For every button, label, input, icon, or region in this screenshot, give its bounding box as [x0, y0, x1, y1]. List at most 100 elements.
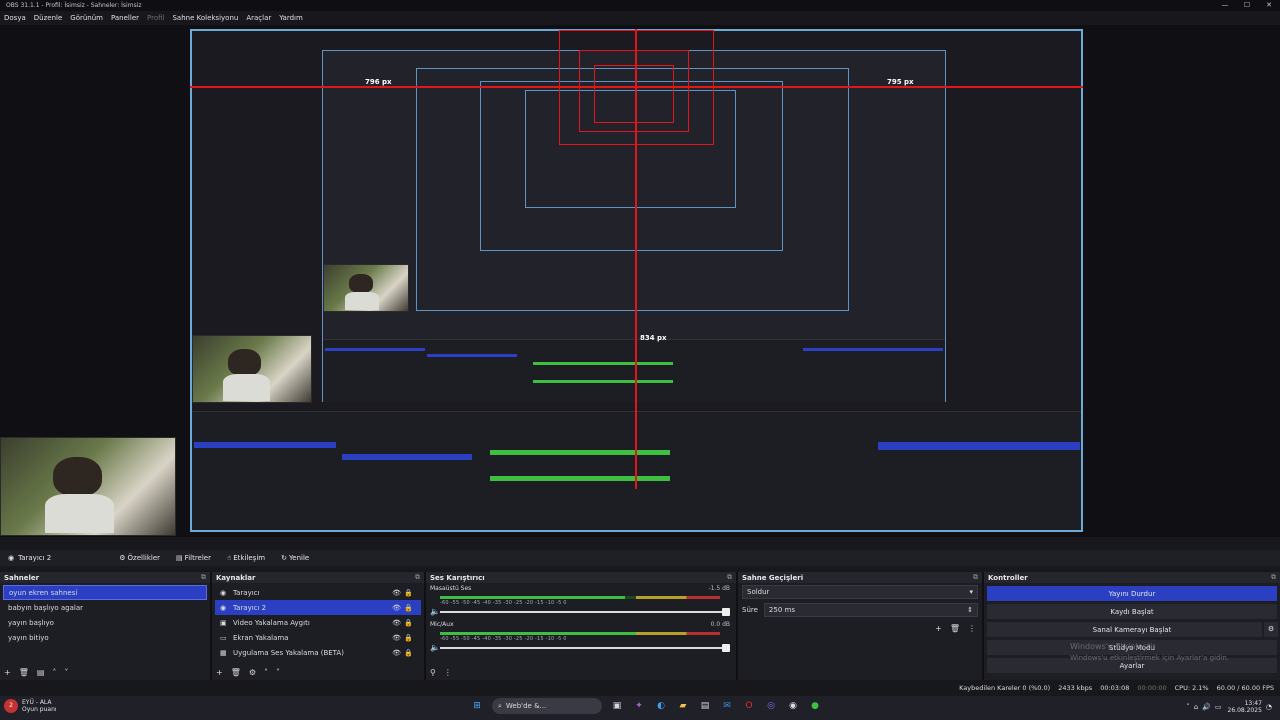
scene-item[interactable]: yayın bitiyo — [3, 630, 207, 645]
edge-icon[interactable]: ◐ — [653, 698, 669, 714]
trash-icon[interactable]: 🗑 — [231, 668, 241, 677]
move-up-icon[interactable]: ˄ — [264, 668, 268, 677]
move-down-icon[interactable]: ˅ — [64, 668, 68, 677]
transition-select[interactable]: Soldur ▾ — [742, 585, 978, 599]
notification-icon[interactable]: ◔ — [1266, 703, 1272, 711]
menu-tools[interactable]: Araçlar — [246, 14, 271, 22]
windows-activation-text: Windows'u etkinleştirmek için Ayarlar'a … — [1070, 654, 1230, 662]
source-item[interactable]: ◉ Tarayıcı 2 👁 🔒 — [215, 600, 421, 615]
lock-icon[interactable]: 🔒 — [404, 604, 413, 612]
filter-icon[interactable]: ▤ — [37, 668, 45, 677]
globe-icon: ◉ — [220, 603, 227, 612]
menu-view[interactable]: Görünüm — [70, 14, 103, 22]
copilot-icon[interactable]: ✦ — [631, 698, 647, 714]
file-explorer-icon[interactable]: ▰ — [675, 698, 691, 714]
menu-docks[interactable]: Paneller — [111, 14, 139, 22]
volume-icon[interactable]: 🔊 — [1202, 703, 1211, 711]
lock-icon[interactable]: 🔒 — [404, 649, 413, 657]
lock-icon[interactable]: 🔒 — [404, 619, 413, 627]
trash-icon[interactable]: 🗑 — [19, 668, 29, 677]
opera-icon[interactable]: O — [741, 698, 757, 714]
scene-item[interactable]: babyın başlıyo agalar — [3, 600, 207, 615]
stream-time: 00:03:08 — [1100, 684, 1130, 692]
lock-icon[interactable]: 🔒 — [404, 589, 413, 597]
channel-db: 0.0 dB — [710, 621, 730, 628]
mixer-channel-desktop: Masaüstü Ses -1.5 dB -60 -55 -50 -45 -40… — [426, 583, 736, 619]
minimize-button[interactable]: — — [1214, 0, 1236, 11]
camera-icon: ▣ — [220, 618, 227, 627]
visibility-icon[interactable]: 👁 — [392, 589, 401, 597]
speaker-icon[interactable]: 🔈 — [430, 643, 440, 652]
windows-start-icon[interactable]: ⊞ — [469, 698, 485, 714]
maximize-button[interactable]: ☐ — [1236, 0, 1258, 11]
source-item[interactable]: ▭ Ekran Yakalama 👁 🔒 — [215, 630, 421, 645]
controls-header: Kontroller ⧉ — [984, 572, 1280, 583]
undock-icon[interactable]: ⧉ — [1271, 573, 1276, 582]
menu-profile[interactable]: Profil — [147, 14, 164, 22]
visibility-icon[interactable]: 👁 — [392, 604, 401, 612]
add-icon[interactable]: + — [935, 624, 942, 633]
menu-file[interactable]: Dosya — [4, 14, 26, 22]
gear-icon[interactable]: ⚙ — [249, 668, 256, 677]
lock-icon[interactable]: 🔒 — [404, 634, 413, 642]
task-view-icon[interactable]: ▣ — [609, 698, 625, 714]
virtual-camera-button[interactable]: Sanal Kamerayı Başlat ⚙ — [987, 622, 1278, 637]
network-icon[interactable]: ⌂ — [1194, 703, 1198, 711]
meter-ticks: -60 -55 -50 -45 -40 -35 -30 -25 -20 -15 … — [440, 636, 567, 642]
volume-slider[interactable] — [440, 608, 730, 616]
close-button[interactable]: ✕ — [1258, 0, 1280, 11]
visibility-icon[interactable]: 👁 — [392, 619, 401, 627]
taskbar-search[interactable]: ⌕ Web'de &... — [492, 698, 602, 714]
visibility-icon[interactable]: 👁 — [392, 649, 401, 657]
filter-icon: ▤ — [176, 554, 183, 562]
volume-knob[interactable] — [722, 644, 730, 652]
store-icon[interactable]: ▤ — [697, 698, 713, 714]
windows-taskbar: 2 EYÜ - ALA Oyun puanı ⊞ ⌕ Web'de &... ▣… — [0, 696, 1280, 720]
undock-icon[interactable]: ⧉ — [201, 573, 206, 582]
more-icon[interactable]: ⋮ — [444, 668, 452, 677]
obs-icon[interactable]: ◉ — [785, 698, 801, 714]
spotify-icon[interactable]: ● — [807, 698, 823, 714]
status-bar: Kaybedilen Kareler 0 (%0.0) 2433 kbps 00… — [0, 682, 1280, 694]
source-toolbar: ◉ Tarayıcı 2 ⚙ Özellikler ▤ Filtreler ☝ … — [0, 550, 1280, 566]
scene-item[interactable]: oyun ekren sahnesi — [3, 585, 207, 600]
visibility-icon[interactable]: 👁 — [392, 634, 401, 642]
refresh-button[interactable]: ↻ Yenile — [277, 554, 313, 562]
dock-area: Sahneler ⧉ oyun ekren sahnesi babyın baş… — [0, 572, 1280, 680]
add-icon[interactable]: + — [216, 668, 223, 677]
volume-knob[interactable] — [722, 608, 730, 616]
gear-icon[interactable]: ⚙ — [1262, 622, 1278, 637]
move-down-icon[interactable]: ˅ — [276, 668, 280, 677]
filters-button[interactable]: ▤ Filtreler — [172, 554, 215, 562]
menu-scene-collection[interactable]: Sahne Koleksiyonu — [172, 14, 238, 22]
move-up-icon[interactable]: ˄ — [52, 668, 56, 677]
source-item[interactable]: ▣ Video Yakalama Aygıtı 👁 🔒 — [215, 615, 421, 630]
source-item[interactable]: ▦ Uygulama Ses Yakalama (BETA) 👁 🔒 — [215, 645, 421, 660]
scene-item[interactable]: yayın başlıyo — [3, 615, 207, 630]
properties-button[interactable]: ⚙ Özellikler — [115, 554, 164, 562]
interact-button[interactable]: ☝ Etkileşim — [223, 554, 269, 562]
undock-icon[interactable]: ⧉ — [973, 573, 978, 582]
trash-icon[interactable]: 🗑 — [950, 624, 960, 633]
menu-edit[interactable]: Düzenle — [34, 14, 63, 22]
start-record-button[interactable]: Kaydı Başlat — [987, 604, 1277, 619]
menu-help[interactable]: Yardım — [279, 14, 303, 22]
discord-icon[interactable]: ◎ — [763, 698, 779, 714]
speaker-icon[interactable]: 🔈 — [430, 607, 440, 616]
outlook-icon[interactable]: ✉ — [719, 698, 735, 714]
guide-bottom-label: 834 px — [640, 334, 667, 342]
undock-icon[interactable]: ⧉ — [415, 573, 420, 582]
battery-icon[interactable]: ▭ — [1215, 703, 1222, 711]
nested-webcam-0 — [192, 335, 312, 403]
more-icon[interactable]: ⋮ — [968, 624, 976, 633]
link-icon[interactable]: ⚲ — [430, 668, 436, 677]
system-clock[interactable]: 13:47 26.08.2025 — [1228, 700, 1262, 714]
stop-stream-button[interactable]: Yayını Durdur — [987, 586, 1277, 601]
chevron-up-icon[interactable]: ˄ — [1186, 703, 1190, 711]
volume-slider[interactable] — [440, 644, 730, 652]
add-icon[interactable]: + — [4, 668, 11, 677]
duration-input[interactable]: 250 ms ⇕ — [763, 603, 978, 617]
undock-icon[interactable]: ⧉ — [727, 573, 732, 582]
taskbar-now-playing[interactable]: 2 EYÜ - ALA Oyun puanı — [4, 699, 57, 713]
source-item[interactable]: ◉ Tarayıcı 👁 🔒 — [215, 585, 421, 600]
